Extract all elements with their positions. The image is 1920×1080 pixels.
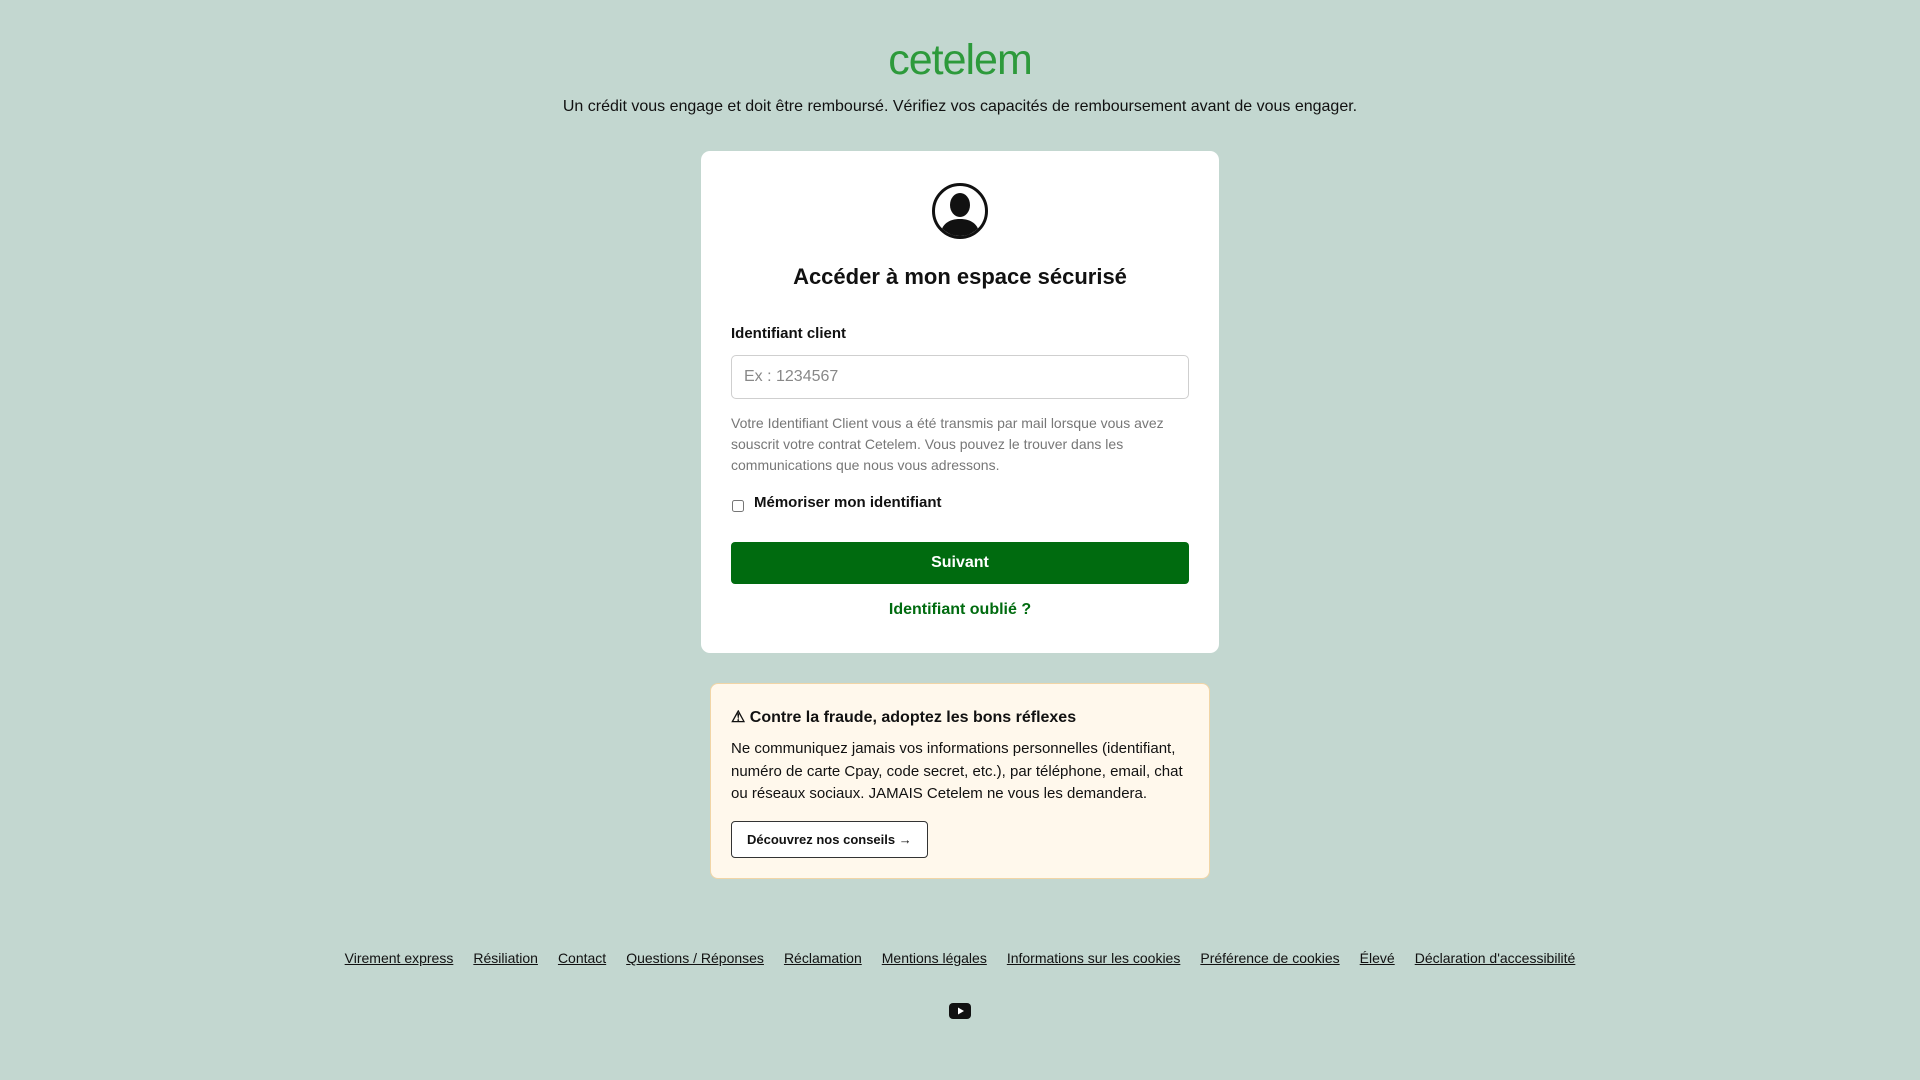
login-title: Accéder à mon espace sécurisé [793,264,1127,289]
footer-link-mentions-legales[interactable]: Mentions légales [882,950,987,966]
fraud-warning-title: ⚠ Contre la fraude, adoptez les bons réf… [731,709,1077,726]
footer-link-cookie-info[interactable]: Informations sur les cookies [1007,950,1181,966]
footer-link-cookie-preferences[interactable]: Préférence de cookies [1200,950,1339,966]
cetelem-logo: cetelem [888,36,1033,84]
client-id-help-text: Votre Identifiant Client vous a été tran… [731,415,1164,473]
footer-link-faq[interactable]: Questions / Réponses [626,950,764,966]
footer-link-accessibility[interactable]: Déclaration d'accessibilité [1415,950,1576,966]
fraud-warning-text: Ne communiquez jamais vos informations p… [731,740,1183,802]
discover-advice-button[interactable]: Découvrez nos conseils → [731,821,928,858]
footer-link-eleve[interactable]: Élevé [1360,950,1395,966]
remember-row: Mémoriser mon identifiant [731,494,942,512]
youtube-icon[interactable] [949,1002,971,1020]
footer-link-virement-express[interactable]: Virement express [345,950,454,966]
login-card: Accéder à mon espace sécurisé Identifian… [701,151,1219,653]
fraud-warning-box: ⚠ Contre la fraude, adoptez les bons réf… [710,683,1210,879]
footer-link-contact[interactable]: Contact [558,950,606,966]
footer-link-reclamation[interactable]: Réclamation [784,950,862,966]
remember-checkbox[interactable] [732,499,744,512]
remember-label[interactable]: Mémoriser mon identifiant [754,494,942,511]
credit-disclaimer: Un crédit vous engage et doit être rembo… [562,98,1358,115]
forgot-id-link[interactable]: Identifiant oublié ? [701,601,1219,619]
client-id-input[interactable] [731,355,1189,399]
footer-links: Virement express Résiliation Contact Que… [0,950,1920,966]
user-avatar-icon [932,183,988,239]
footer-link-resiliation[interactable]: Résiliation [473,950,538,966]
client-id-label: Identifiant client [731,325,847,342]
next-button[interactable]: Suivant [731,542,1189,584]
